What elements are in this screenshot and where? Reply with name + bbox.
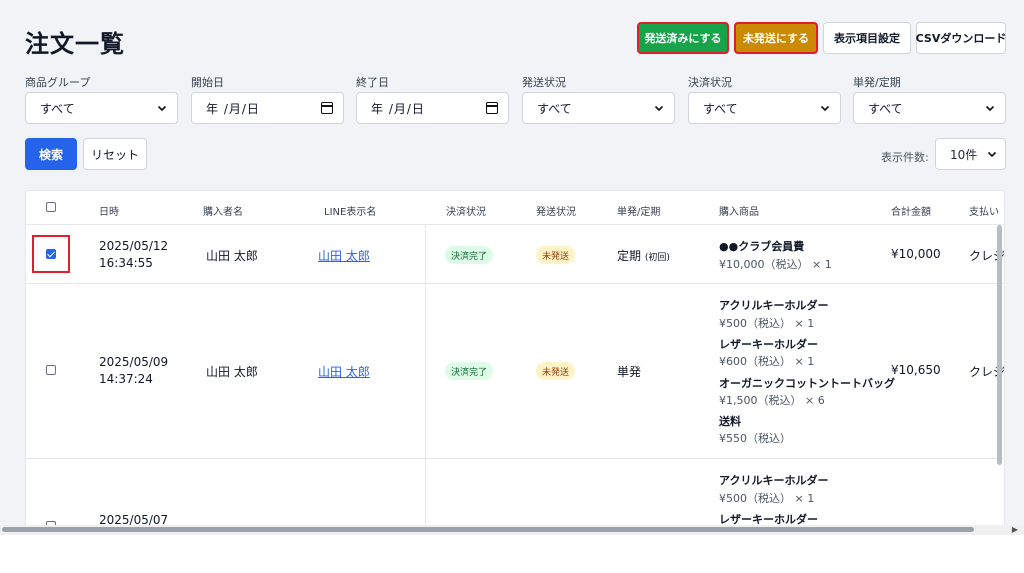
table-row[interactable]: 2025/05/09 14:37:24 山田 太郎 山田 太郎 決済完了 未発送… bbox=[26, 284, 1004, 459]
row-line-name-link[interactable]: 山田 太郎 bbox=[318, 363, 370, 380]
mark-unshipped-button[interactable]: 未発送にする bbox=[734, 22, 818, 54]
chevron-down-icon bbox=[654, 105, 664, 112]
product-price: ¥550（税込） bbox=[719, 432, 791, 445]
product-name: アクリルキーホルダー bbox=[719, 474, 829, 487]
header-pay-method: 支払い bbox=[969, 207, 999, 218]
header-datetime: 日時 bbox=[99, 207, 119, 218]
app-screen: 注文一覧 発送済みにする 未発送にする 表示項目設定 CSVダウンロード 商品グ… bbox=[0, 0, 1024, 527]
row-type-text: 定期 bbox=[617, 249, 642, 263]
header-products: 購入商品 bbox=[719, 207, 759, 218]
row-date: 2025/05/09 bbox=[99, 355, 169, 369]
row-type: 定期 (初回) bbox=[617, 247, 670, 264]
row-time: 14:37:24 bbox=[99, 372, 153, 386]
product-name: 送料 bbox=[719, 415, 741, 428]
table-row[interactable]: 2025/05/07 アクリルキーホルダー ¥500（税込） × 1 レザーキー… bbox=[26, 459, 1004, 527]
table-row[interactable]: 2025/05/12 16:34:55 山田 太郎 山田 太郎 決済完了 未発送… bbox=[26, 225, 1004, 284]
row-time: 16:34:55 bbox=[99, 256, 153, 270]
row-checkbox[interactable] bbox=[46, 365, 56, 375]
end-date-input[interactable]: 年 /月/日 bbox=[356, 92, 509, 124]
product-name: オーガニックコットントートバッグ bbox=[719, 377, 895, 390]
calendar-icon[interactable] bbox=[486, 102, 498, 114]
product-name: レザーキーホルダー bbox=[719, 338, 818, 351]
product-price-value: ¥500（税込） bbox=[719, 317, 791, 330]
page-title: 注文一覧 bbox=[25, 30, 125, 58]
product-qty: × 1 bbox=[794, 317, 815, 330]
row-total: ¥10,000 bbox=[891, 247, 941, 261]
scroll-right-icon[interactable]: ▶ bbox=[1012, 525, 1018, 534]
payment-status-badge: 決済完了 bbox=[445, 246, 494, 264]
order-type-select[interactable]: すべて bbox=[853, 92, 1006, 124]
orders-table: 日時 購入者名 LINE表示名 決済状況 発送状況 単発/定期 購入商品 合計金… bbox=[25, 190, 1005, 527]
shipping-status-value: すべて bbox=[537, 101, 572, 116]
product-price: ¥500（税込） × 1 bbox=[719, 490, 814, 506]
shipping-status-select[interactable]: すべて bbox=[522, 92, 675, 124]
column-settings-button[interactable]: 表示項目設定 bbox=[823, 22, 911, 54]
search-button[interactable]: 検索 bbox=[25, 138, 77, 170]
header-buyer: 購入者名 bbox=[203, 207, 243, 218]
end-date-value: 年 /月/日 bbox=[371, 101, 425, 116]
start-date-input[interactable]: 年 /月/日 bbox=[191, 92, 344, 124]
select-all-checkbox[interactable] bbox=[46, 202, 56, 212]
product-price-value: ¥1,500（税込） bbox=[719, 394, 802, 407]
horizontal-scrollbar[interactable]: ▶ bbox=[0, 525, 1024, 535]
table-header: 日時 購入者名 LINE表示名 決済状況 発送状況 単発/定期 購入商品 合計金… bbox=[26, 191, 1004, 225]
chevron-down-icon bbox=[820, 105, 830, 112]
product-price: ¥500（税込） × 1 bbox=[719, 315, 814, 331]
per-page-value: 10件 bbox=[950, 147, 978, 162]
product-group-select[interactable]: すべて bbox=[25, 92, 178, 124]
product-qty: × 1 bbox=[794, 492, 815, 505]
vertical-scrollbar[interactable] bbox=[997, 225, 1002, 465]
product-price-value: ¥600（税込） bbox=[719, 355, 791, 368]
payment-status-label: 決済状況 bbox=[688, 76, 732, 89]
header-line-name: LINE表示名 bbox=[324, 207, 377, 218]
payment-status-badge: 決済完了 bbox=[445, 362, 494, 380]
product-price-value: ¥10,000（税込） bbox=[719, 258, 809, 271]
product-name: アクリルキーホルダー bbox=[719, 299, 829, 312]
shipping-status-label: 発送状況 bbox=[522, 76, 566, 89]
header-shipping: 発送状況 bbox=[536, 207, 576, 218]
calendar-icon[interactable] bbox=[321, 102, 333, 114]
order-type-label: 単発/定期 bbox=[853, 76, 901, 89]
horizontal-scroll-thumb[interactable] bbox=[2, 527, 974, 532]
start-date-value: 年 /月/日 bbox=[206, 101, 260, 116]
header-type: 単発/定期 bbox=[617, 207, 661, 218]
header-total: 合計金額 bbox=[891, 207, 931, 218]
reset-button[interactable]: リセット bbox=[83, 138, 147, 170]
row-buyer: 山田 太郎 bbox=[206, 365, 258, 379]
row-type: 単発 bbox=[617, 365, 642, 379]
product-qty: × 6 bbox=[805, 394, 825, 407]
shipping-status-badge: 未発送 bbox=[536, 362, 576, 380]
shipping-status-badge: 未発送 bbox=[536, 246, 576, 264]
start-date-label: 開始日 bbox=[191, 76, 224, 89]
per-page-label: 表示件数: bbox=[881, 151, 929, 164]
row-buyer: 山田 太郎 bbox=[206, 249, 258, 263]
row-date: 2025/05/12 bbox=[99, 239, 169, 253]
order-type-value: すべて bbox=[868, 101, 903, 116]
chevron-down-icon bbox=[157, 105, 167, 112]
chevron-down-icon bbox=[987, 151, 997, 158]
csv-download-button[interactable]: CSVダウンロード bbox=[916, 22, 1006, 54]
product-qty: × 1 bbox=[794, 355, 815, 368]
row-type-note: (初回) bbox=[644, 253, 670, 263]
product-group-label: 商品グループ bbox=[25, 76, 91, 89]
per-page-select[interactable]: 10件 bbox=[935, 138, 1006, 170]
mark-shipped-button[interactable]: 発送済みにする bbox=[637, 22, 729, 54]
payment-status-select[interactable]: すべて bbox=[688, 92, 841, 124]
product-qty: × 1 bbox=[812, 258, 832, 271]
product-price: ¥10,000（税込） × 1 bbox=[719, 256, 832, 272]
end-date-label: 終了日 bbox=[356, 76, 389, 89]
header-payment: 決済状況 bbox=[446, 207, 486, 218]
row-total: ¥10,650 bbox=[891, 363, 941, 377]
product-group-value: すべて bbox=[40, 101, 75, 116]
product-price-value: ¥500（税込） bbox=[719, 492, 791, 505]
chevron-down-icon bbox=[985, 105, 995, 112]
product-price: ¥600（税込） × 1 bbox=[719, 353, 814, 369]
row-checkbox[interactable] bbox=[46, 249, 56, 259]
row-line-name-link[interactable]: 山田 太郎 bbox=[318, 247, 370, 264]
product-price: ¥1,500（税込） × 6 bbox=[719, 392, 825, 408]
product-name: ●●クラブ会員費 bbox=[719, 240, 805, 253]
payment-status-value: すべて bbox=[703, 101, 738, 116]
